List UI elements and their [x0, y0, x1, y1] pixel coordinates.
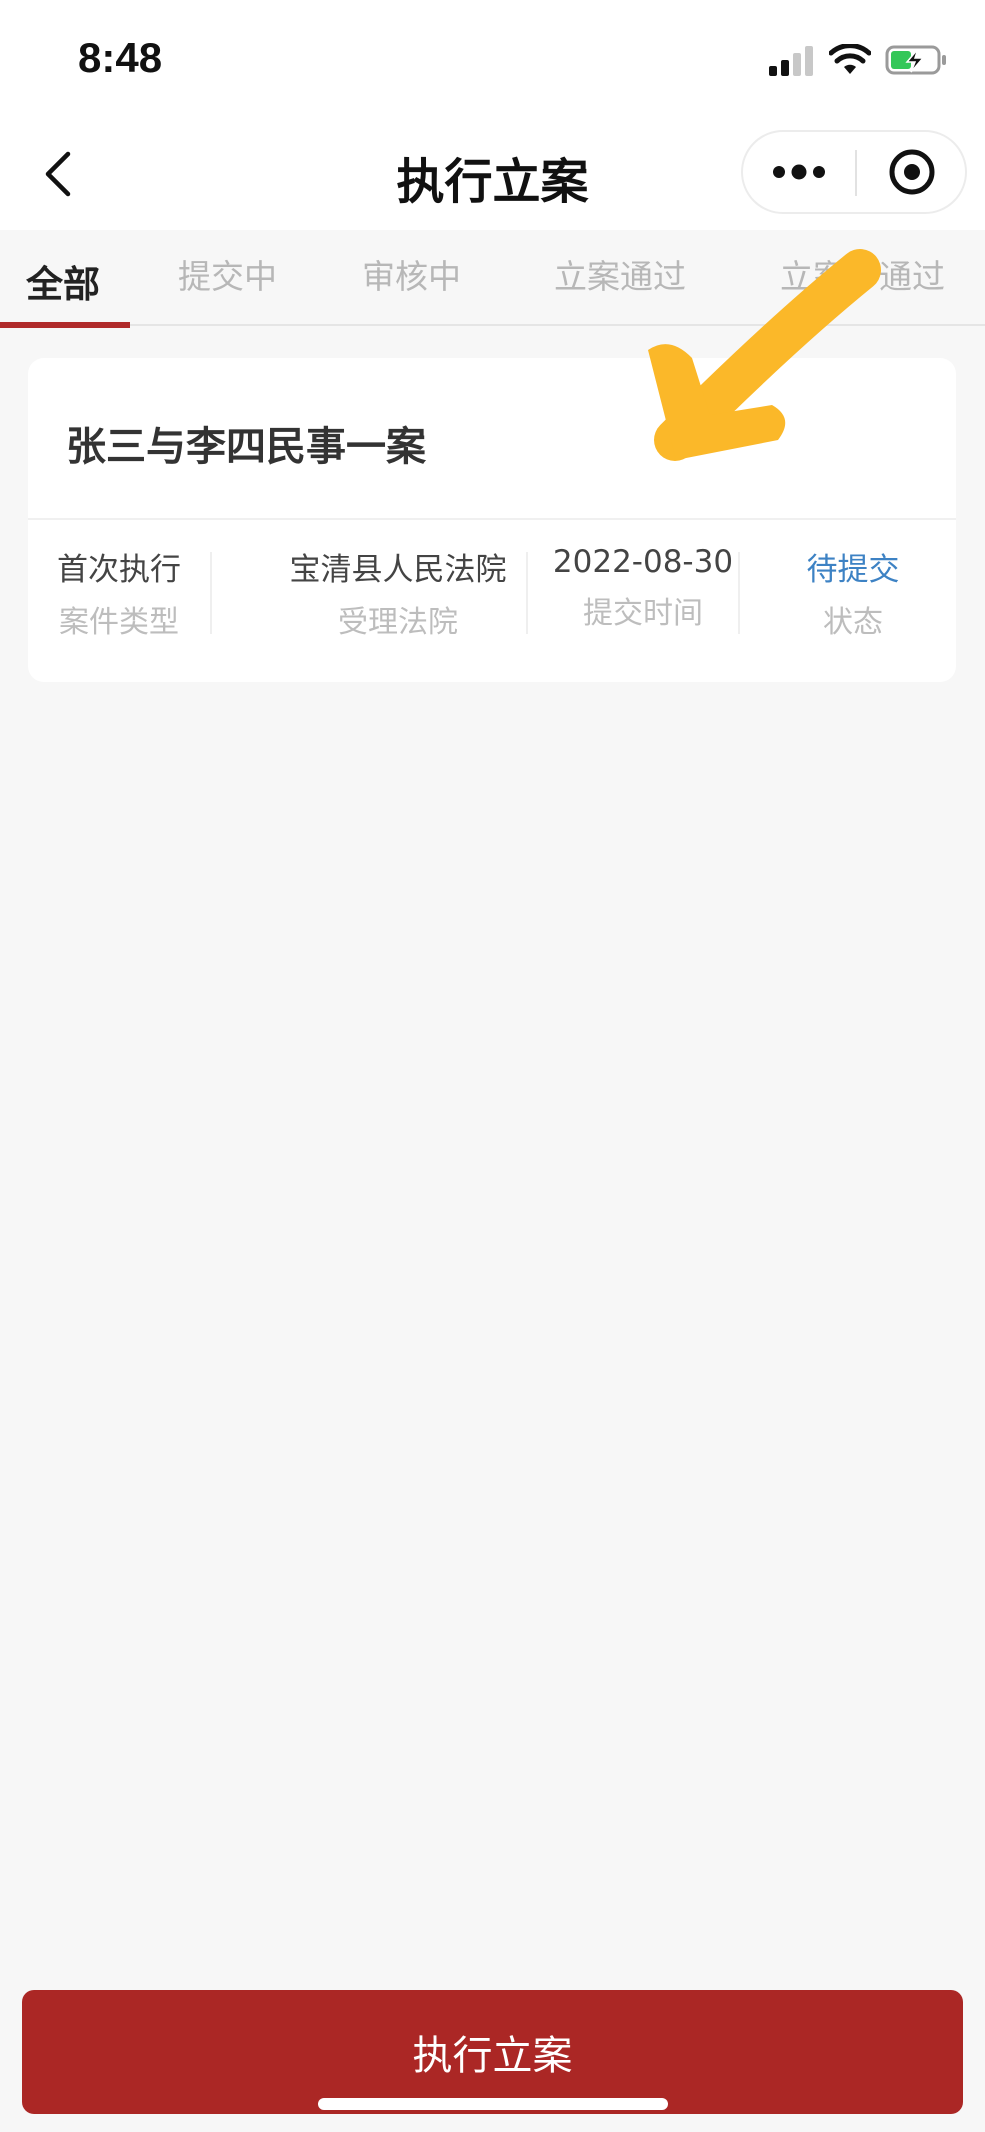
status-time: 8:48 [78, 34, 163, 81]
tab-all[interactable]: 全部 [26, 254, 100, 308]
status-field: 待提交 状态 [768, 544, 938, 641]
mini-program-capsule [741, 130, 967, 214]
active-tab-indicator [0, 322, 130, 328]
target-circle-icon [889, 149, 935, 195]
case-title: 张三与李四民事一案 [66, 424, 426, 470]
navigation-bar: 执行立案 [0, 118, 985, 230]
signal-icon [769, 46, 813, 76]
submit-time-field: 2022-08-30 提交时间 [538, 544, 748, 632]
field-divider [526, 552, 528, 634]
tab-reviewing[interactable]: 审核中 [362, 250, 461, 298]
annotation-arrow-icon [648, 249, 881, 461]
status-bar: 8:48 [0, 0, 985, 118]
home-indicator [318, 2098, 668, 2110]
court-field: 宝清县人民法院 受理法院 [248, 544, 548, 641]
more-dots-icon [773, 164, 825, 180]
court-label: 受理法院 [338, 605, 458, 640]
submit-time-label: 提交时间 [583, 596, 703, 631]
field-divider [210, 552, 212, 634]
card-divider [28, 518, 956, 520]
case-type-field: 首次执行 案件类型 [56, 544, 182, 641]
field-divider [738, 552, 740, 634]
wifi-icon [829, 44, 871, 74]
submit-time-value: 2022-08-30 [552, 544, 734, 580]
more-button[interactable] [743, 132, 855, 212]
close-mini-program-button[interactable] [857, 132, 967, 212]
status-badge: 待提交 [806, 552, 900, 588]
tab-submitting[interactable]: 提交中 [178, 250, 277, 298]
execute-filing-button[interactable]: 执行立案 [22, 1990, 963, 2114]
status-label: 状态 [823, 605, 883, 640]
case-type-label: 案件类型 [59, 605, 179, 640]
case-type-value: 首次执行 [57, 552, 181, 588]
status-icons [767, 42, 949, 78]
court-value: 宝清县人民法院 [289, 552, 507, 588]
battery-charging-icon [885, 45, 946, 75]
